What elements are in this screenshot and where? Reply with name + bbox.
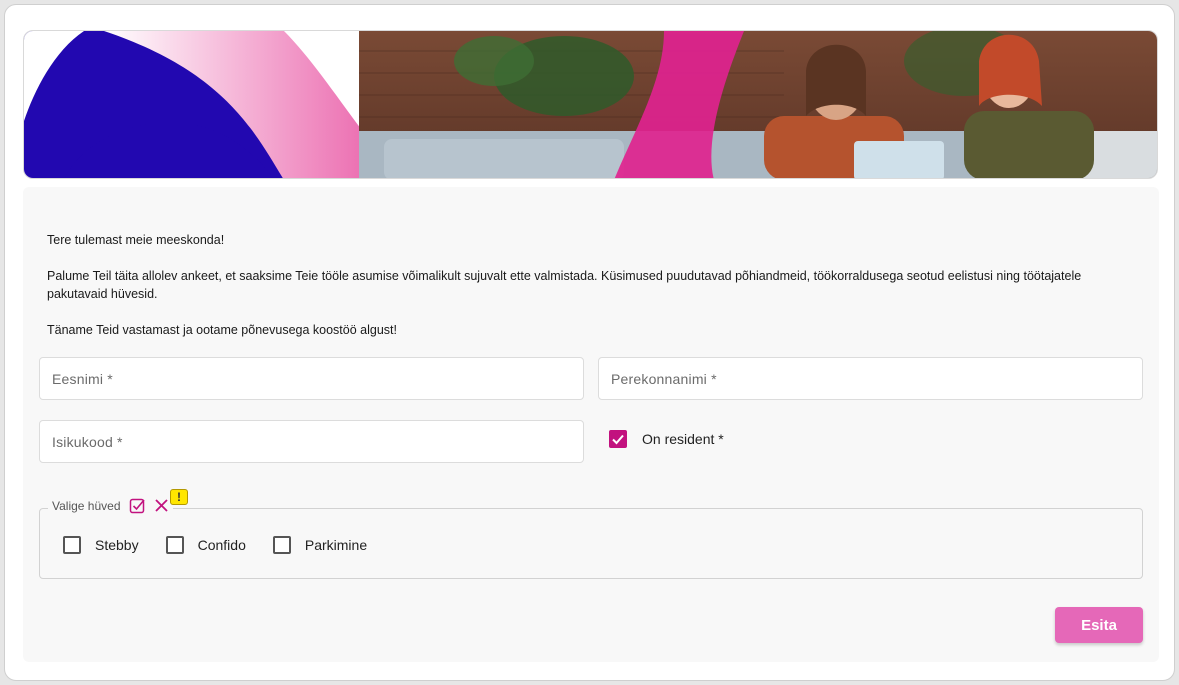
intro-greeting: Tere tulemast meie meeskonda! — [47, 233, 225, 247]
benefits-fieldset: Valige hüved ! Stebby Confido Parkimine — [39, 489, 1143, 579]
header-banner-image — [23, 30, 1158, 179]
last-name-placeholder: Perekonnanimi * — [611, 370, 717, 387]
benefit-option-parkimine[interactable]: Parkimine — [272, 536, 368, 554]
check-square-icon[interactable] — [129, 497, 146, 514]
benefit-checkbox[interactable] — [272, 536, 291, 554]
benefits-options: Stebby Confido Parkimine — [63, 536, 394, 554]
benefit-checkbox[interactable] — [165, 536, 184, 554]
close-icon[interactable] — [154, 498, 169, 513]
submit-button[interactable]: Esita — [1055, 607, 1143, 643]
warning-icon: ! — [170, 489, 188, 505]
benefit-label: Confido — [197, 537, 246, 553]
id-code-placeholder: Isikukood * — [52, 433, 123, 450]
id-code-input[interactable]: Isikukood * — [39, 420, 584, 463]
first-name-input[interactable]: Eesnimi * — [39, 357, 584, 400]
benefits-legend-label: Valige hüved — [52, 498, 121, 513]
resident-checkbox[interactable] — [609, 430, 627, 448]
benefit-option-confido[interactable]: Confido — [165, 536, 246, 554]
benefits-legend: Valige hüved — [48, 497, 173, 514]
app-window: Tere tulemast meie meeskonda! Palume Tei… — [4, 4, 1175, 681]
first-name-placeholder: Eesnimi * — [52, 370, 113, 387]
benefit-checkbox[interactable] — [63, 536, 81, 554]
benefit-label: Stebby — [95, 537, 139, 553]
intro-closing: Täname Teid vastamast ja ootame põnevuse… — [47, 323, 397, 337]
intro-instructions: Palume Teil täita allolev ankeet, et saa… — [47, 269, 1082, 301]
intro-text: Tere tulemast meie meeskonda! Palume Tei… — [47, 231, 1137, 357]
form-panel: Tere tulemast meie meeskonda! Palume Tei… — [23, 187, 1159, 662]
resident-checkbox-row[interactable]: On resident * — [609, 430, 724, 448]
resident-label: On resident * — [642, 431, 724, 447]
checkmark-icon — [612, 434, 624, 445]
benefit-label: Parkimine — [304, 537, 368, 553]
last-name-input[interactable]: Perekonnanimi * — [598, 357, 1143, 400]
benefit-option-stebby[interactable]: Stebby — [63, 536, 139, 554]
